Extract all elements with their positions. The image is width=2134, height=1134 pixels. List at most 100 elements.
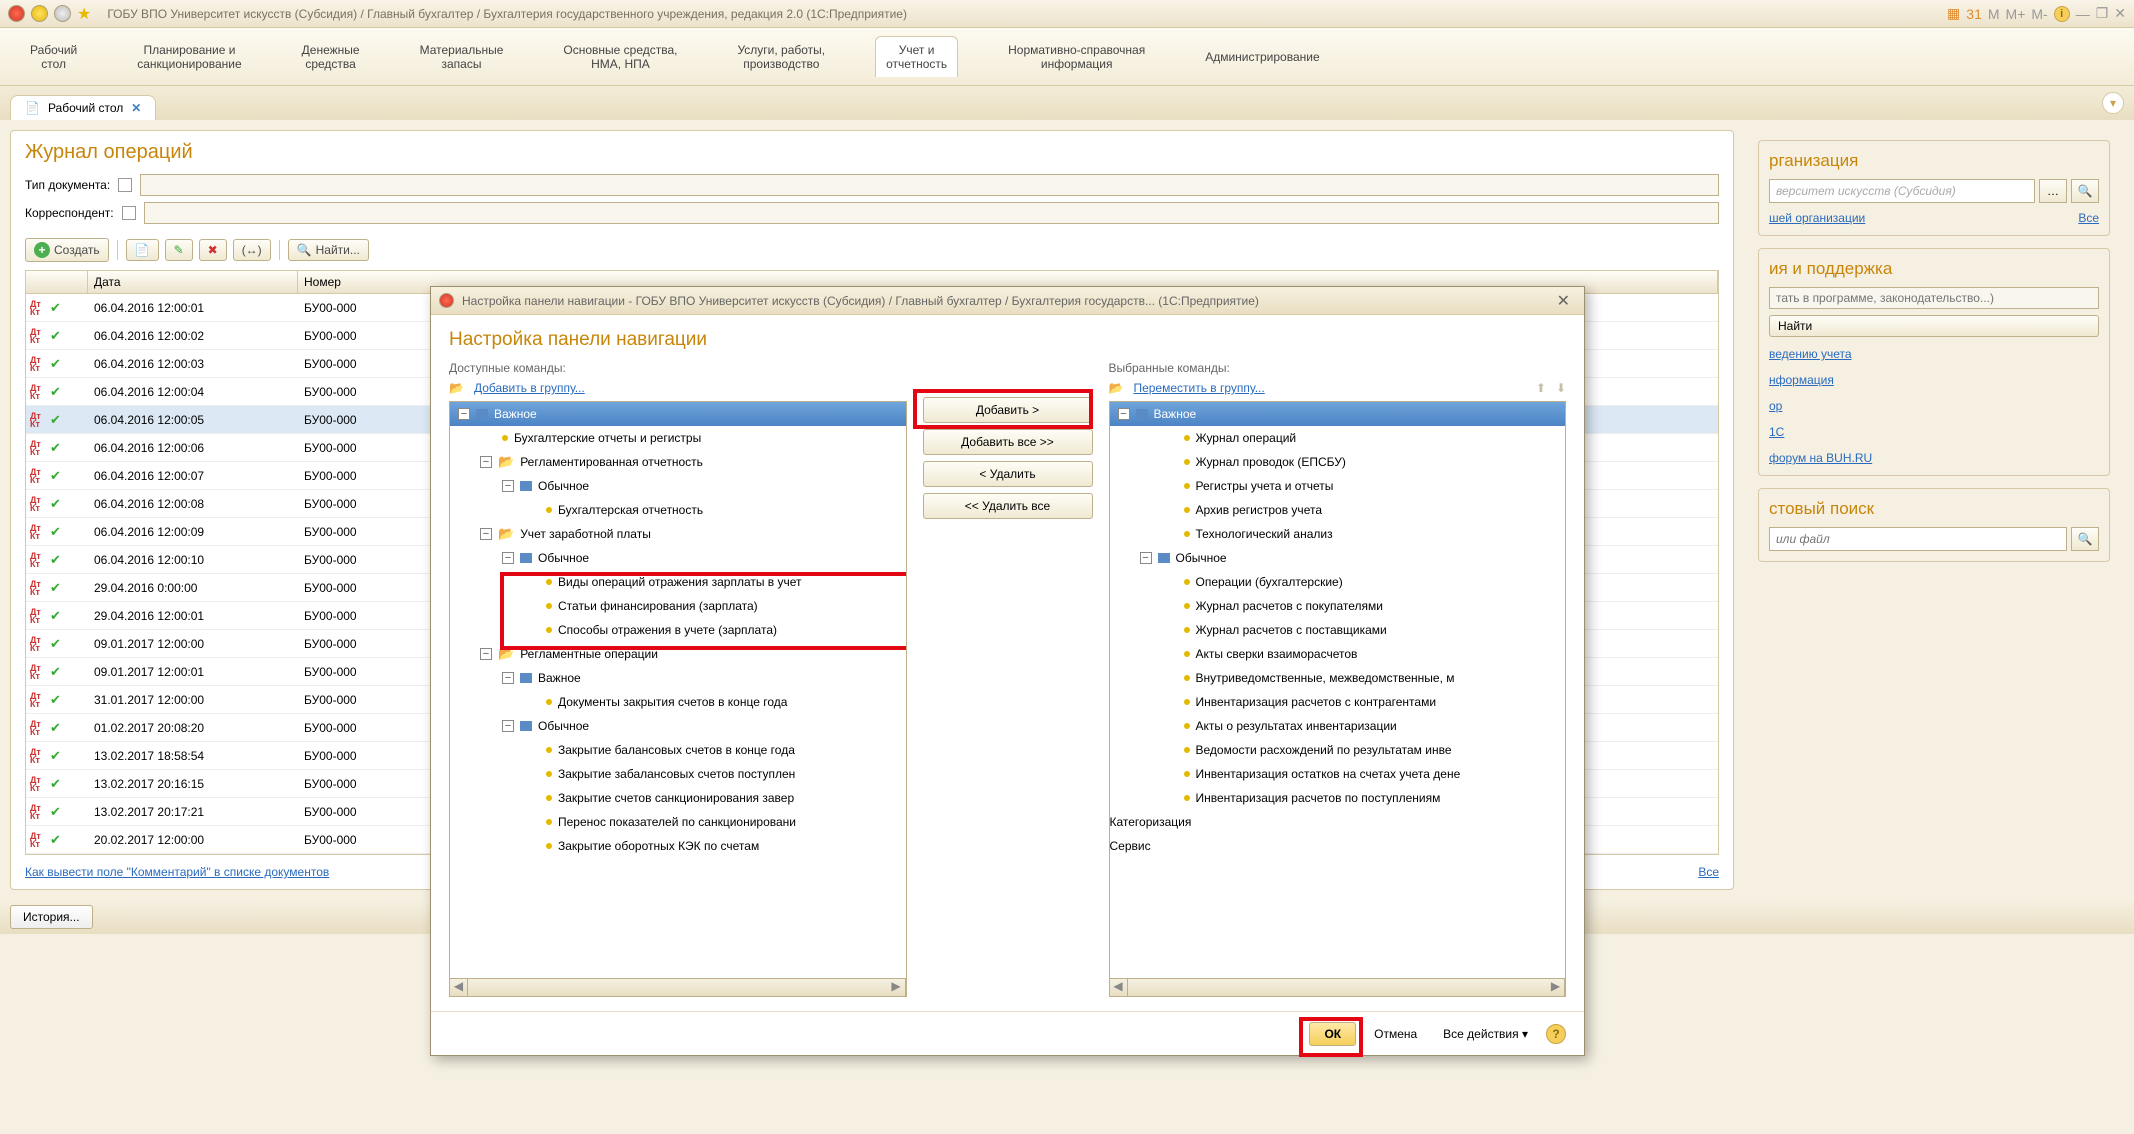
section-cash[interactable]: Денежные средства: [292, 37, 370, 77]
tree-item[interactable]: Ведомости расхождений по результатам инв…: [1110, 738, 1566, 762]
tree-item[interactable]: −📂Учет заработной платы: [450, 522, 906, 546]
section-accounting[interactable]: Учет и отчетность: [875, 36, 958, 77]
add-button[interactable]: Добавить >: [923, 397, 1093, 423]
tree-item[interactable]: Способы отражения в учете (зарплата): [450, 618, 906, 642]
filter-doc-type-checkbox[interactable]: [118, 178, 132, 192]
m-icon[interactable]: M: [1988, 6, 2000, 22]
tree-item[interactable]: Бухгалтерская отчетность: [450, 498, 906, 522]
tree-item[interactable]: −Обычное: [450, 474, 906, 498]
tree-item[interactable]: Инвентаризация расчетов по поступлениям: [1110, 786, 1566, 810]
support-link[interactable]: 1С: [1769, 425, 2099, 439]
add-all-button[interactable]: Добавить все >>: [923, 429, 1093, 455]
swap-button[interactable]: (↔): [233, 239, 271, 261]
tree-item[interactable]: Регистры учета и отчеты: [1110, 474, 1566, 498]
tree-item[interactable]: Акты о результатах инвентаризации: [1110, 714, 1566, 738]
tree-item[interactable]: Журнал проводок (ЕПСБУ): [1110, 450, 1566, 474]
maximize-icon[interactable]: ❐: [2096, 5, 2109, 22]
support-link[interactable]: ор: [1769, 399, 2099, 413]
modal-help-icon[interactable]: ?: [1546, 1024, 1566, 1044]
section-planning[interactable]: Планирование и санкционирование: [127, 37, 251, 77]
ok-button[interactable]: ОК: [1309, 1022, 1356, 1046]
tree-item[interactable]: −📂Регламентные операции: [450, 642, 906, 666]
edit-button[interactable]: ✎: [165, 239, 193, 261]
avail-tree[interactable]: − Важное Бухгалтерские отчеты и регистры…: [449, 401, 907, 997]
nav-back-icon[interactable]: [31, 5, 48, 22]
support-find-button[interactable]: Найти: [1769, 315, 2099, 337]
tree-item[interactable]: Закрытие балансовых счетов в конце года: [450, 738, 906, 762]
support-link[interactable]: ведению учета: [1769, 347, 2099, 361]
link-comment-field[interactable]: Как вывести поле "Комментарий" в списке …: [25, 865, 329, 879]
tree-item[interactable]: Журнал расчетов с поставщиками: [1110, 618, 1566, 642]
org-all[interactable]: Все: [2078, 211, 2099, 225]
tab-desktop[interactable]: 📄 Рабочий стол ✕: [10, 95, 156, 120]
history-button[interactable]: История...: [10, 905, 93, 929]
org-link[interactable]: шей организации: [1769, 211, 1865, 225]
tree-item[interactable]: Архив регистров учета: [1110, 498, 1566, 522]
filter-correspondent-checkbox[interactable]: [122, 206, 136, 220]
modal-close-icon[interactable]: ✕: [1551, 291, 1576, 311]
find-button[interactable]: 🔍 Найти...: [288, 239, 369, 261]
org-input[interactable]: [1769, 179, 2035, 203]
section-fixed-assets[interactable]: Основные средства, НМА, НПА: [553, 37, 687, 77]
search-button[interactable]: 🔍: [2071, 527, 2099, 551]
tree-item[interactable]: Виды операций отражения зарплаты в учет: [450, 570, 906, 594]
tree-item[interactable]: Технологический анализ: [1110, 522, 1566, 546]
section-materials[interactable]: Материальные запасы: [410, 37, 514, 77]
support-input[interactable]: [1769, 287, 2099, 309]
m3-icon[interactable]: M-: [2031, 6, 2047, 22]
tree-item[interactable]: Закрытие оборотных КЭК по счетам: [450, 834, 906, 858]
delete-button[interactable]: ✖: [199, 239, 227, 261]
tree-item[interactable]: −Обычное: [1110, 546, 1566, 570]
tree-item[interactable]: Журнал расчетов с покупателями: [1110, 594, 1566, 618]
tree-item[interactable]: Закрытие счетов санкционирования завер: [450, 786, 906, 810]
calendar-icon[interactable]: ▦: [1947, 5, 1960, 22]
col-date[interactable]: Дата: [88, 271, 298, 293]
move-down-icon[interactable]: ⬇: [1556, 381, 1566, 395]
nav-fwd-icon[interactable]: [54, 5, 71, 22]
sel-tree[interactable]: − Важное Журнал операцийЖурнал проводок …: [1109, 401, 1567, 997]
all-actions-button[interactable]: Все действия ▾: [1435, 1023, 1536, 1045]
link-all[interactable]: Все: [1698, 865, 1719, 879]
tab-close-icon[interactable]: ✕: [131, 101, 141, 115]
section-services[interactable]: Услуги, работы, производство: [727, 37, 835, 77]
tree-item[interactable]: Журнал операций: [1110, 426, 1566, 450]
tree-item[interactable]: −📂Регламентированная отчетность: [450, 450, 906, 474]
support-link[interactable]: форум на BUH.RU: [1769, 451, 2099, 465]
tree-item[interactable]: Документы закрытия счетов в конце года: [450, 690, 906, 714]
avail-root[interactable]: − Важное: [450, 402, 906, 426]
help-icon[interactable]: i: [2054, 6, 2070, 22]
date-icon[interactable]: 31: [1966, 6, 1982, 22]
tree-item[interactable]: Акты сверки взаиморасчетов: [1110, 642, 1566, 666]
section-admin[interactable]: Администрирование: [1195, 44, 1329, 70]
tree-item[interactable]: Бухгалтерские отчеты и регистры: [450, 426, 906, 450]
remove-button[interactable]: < Удалить: [923, 461, 1093, 487]
copy-button[interactable]: 📄: [126, 239, 159, 261]
favorite-icon[interactable]: ★: [77, 4, 91, 24]
filter-doc-type-input[interactable]: [140, 174, 1719, 196]
tree-item[interactable]: Категоризация: [1110, 810, 1566, 834]
search-input[interactable]: [1769, 527, 2067, 551]
create-button[interactable]: +Создать: [25, 238, 109, 262]
tree-item[interactable]: Сервис: [1110, 834, 1566, 858]
remove-all-button[interactable]: << Удалить все: [923, 493, 1093, 519]
move-group-link[interactable]: Переместить в группу...: [1133, 381, 1264, 395]
support-link[interactable]: нформация: [1769, 373, 2099, 387]
org-search-button[interactable]: 🔍: [2071, 179, 2099, 203]
tree-item[interactable]: Операции (бухгалтерские): [1110, 570, 1566, 594]
minimize-icon[interactable]: —: [2076, 6, 2090, 22]
section-desktop[interactable]: Рабочий стол: [20, 37, 87, 77]
tree-item[interactable]: Инвентаризация расчетов с контрагентами: [1110, 690, 1566, 714]
move-up-icon[interactable]: ⬆: [1536, 381, 1546, 395]
add-group-link[interactable]: Добавить в группу...: [474, 381, 585, 395]
tree-item[interactable]: Внутриведомственные, межведомственные, м: [1110, 666, 1566, 690]
filter-correspondent-input[interactable]: [144, 202, 1719, 224]
close-icon[interactable]: ✕: [2114, 5, 2126, 22]
tree-item[interactable]: Статьи финансирования (зарплата): [450, 594, 906, 618]
tree-item[interactable]: −Важное: [450, 666, 906, 690]
tree-item[interactable]: −Обычное: [450, 714, 906, 738]
cancel-button[interactable]: Отмена: [1366, 1023, 1425, 1045]
tabs-dropdown-icon[interactable]: ▾: [2102, 92, 2124, 114]
sel-root[interactable]: − Важное: [1110, 402, 1566, 426]
tree-item[interactable]: Перенос показателей по санкционировани: [450, 810, 906, 834]
tree-item[interactable]: −Обычное: [450, 546, 906, 570]
